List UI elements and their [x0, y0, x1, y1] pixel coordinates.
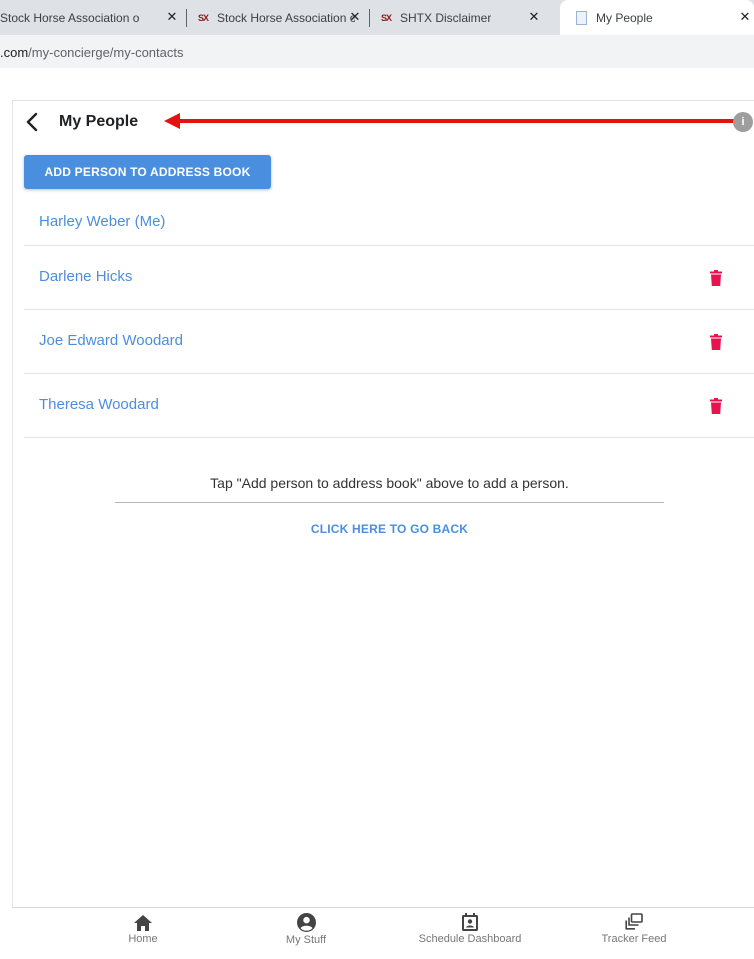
- browser-tab-4-active[interactable]: My People ✕: [560, 0, 754, 35]
- contact-name[interactable]: Darlene Hicks: [39, 268, 132, 285]
- annotation-arrow-line: [178, 119, 748, 123]
- nav-schedule-dashboard[interactable]: Schedule Dashboard: [390, 908, 550, 959]
- document-icon: [576, 10, 587, 25]
- tab-title: Stock Horse Association o: [217, 10, 355, 25]
- trash-icon[interactable]: [710, 270, 722, 286]
- url-text: .com/my-concierge/my-contacts: [0, 45, 184, 60]
- nav-label: My Stuff: [285, 934, 327, 946]
- contact-list: Harley Weber (Me) Darlene Hicks Joe Edwa…: [24, 200, 754, 438]
- url-path: /my-concierge/my-contacts: [28, 45, 184, 60]
- feed-icon: [625, 913, 643, 930]
- nav-label: Schedule Dashboard: [418, 933, 522, 945]
- hint-divider: [115, 502, 664, 503]
- tab-title: Stock Horse Association o: [0, 10, 140, 25]
- shtx-logo-icon: SX: [197, 12, 209, 23]
- address-bar[interactable]: .com/my-concierge/my-contacts: [0, 35, 754, 68]
- nav-label: Home: [128, 933, 158, 945]
- nav-home[interactable]: Home: [63, 908, 223, 959]
- browser-tab-strip: Stock Horse Association o ✕ SX Stock Hor…: [0, 0, 754, 35]
- trash-icon[interactable]: [710, 398, 722, 414]
- contact-name[interactable]: Joe Edward Woodard: [39, 332, 183, 349]
- browser-tab-1[interactable]: Stock Horse Association o ✕: [0, 0, 185, 35]
- browser-tab-3[interactable]: SX SHTX Disclaimer ✕: [370, 0, 555, 35]
- nav-label: Tracker Feed: [601, 933, 667, 945]
- trash-icon[interactable]: [710, 334, 722, 350]
- close-tab-icon[interactable]: ✕: [165, 10, 179, 24]
- account-circle-icon: [296, 913, 316, 932]
- shtx-logo-icon: SX: [380, 12, 392, 23]
- contact-row[interactable]: Darlene Hicks: [24, 246, 754, 310]
- bottom-navigation: Home My Stuff Schedule Dashboard Tracker…: [12, 907, 754, 959]
- go-back-link[interactable]: CLICK HERE TO GO BACK: [115, 522, 664, 536]
- nav-tracker-feed[interactable]: Tracker Feed: [554, 908, 714, 959]
- tab-title: SHTX Disclaimer: [400, 10, 492, 25]
- contact-name[interactable]: Theresa Woodard: [39, 396, 159, 413]
- page-title: My People: [59, 113, 139, 130]
- contact-row[interactable]: Theresa Woodard: [24, 374, 754, 438]
- home-icon: [134, 915, 152, 931]
- contact-calendar-icon: [462, 913, 478, 931]
- close-tab-icon[interactable]: ✕: [738, 10, 752, 24]
- close-tab-icon[interactable]: ✕: [527, 10, 541, 24]
- browser-tab-2[interactable]: SX Stock Horse Association o ✕: [187, 0, 368, 35]
- tab-title: My People: [596, 10, 653, 25]
- contact-row-self[interactable]: Harley Weber (Me): [24, 200, 754, 246]
- info-icon[interactable]: i: [733, 112, 753, 132]
- contact-row[interactable]: Joe Edward Woodard: [24, 310, 754, 374]
- close-tab-icon[interactable]: ✕: [348, 10, 362, 24]
- url-host: .com: [0, 45, 29, 60]
- empty-hint-text: Tap "Add person to address book" above t…: [210, 475, 569, 491]
- back-arrow-icon[interactable]: [24, 112, 40, 132]
- contact-name[interactable]: Harley Weber (Me): [39, 213, 165, 230]
- add-person-button[interactable]: ADD PERSON TO ADDRESS BOOK: [24, 155, 271, 189]
- nav-my-stuff[interactable]: My Stuff: [226, 908, 386, 959]
